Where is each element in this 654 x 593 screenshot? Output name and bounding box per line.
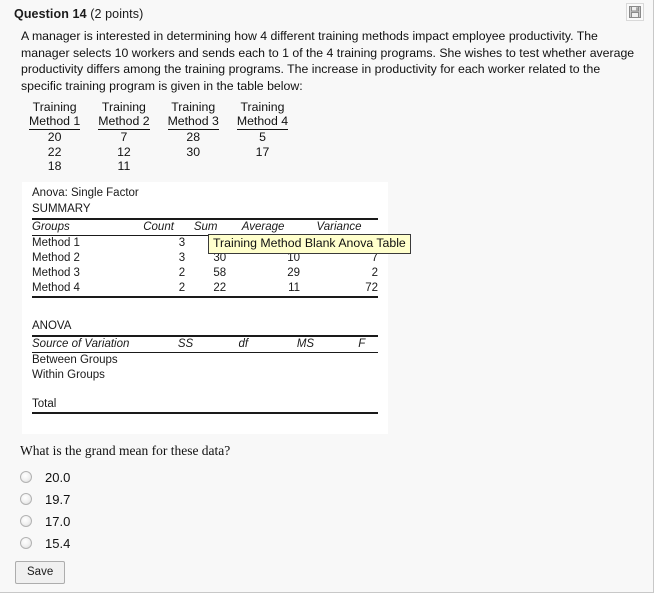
column-header-method-1: Training Method 1 (29, 100, 81, 130)
answer-option-1[interactable]: 20.0 (20, 468, 70, 486)
column-header-method-2: Training Method 2 (98, 100, 150, 130)
anova-cell-ms (266, 353, 346, 369)
data-cell: 20 (47, 130, 62, 144)
summary-cell-group: Method 1 (32, 237, 80, 249)
summary-section-label: SUMMARY (32, 203, 91, 215)
question-prompt: A manager is interested in determining h… (21, 29, 635, 93)
table-row: Within Groups (32, 368, 378, 383)
answer-option-label: 15.4 (45, 535, 71, 551)
anova-cell-source (32, 383, 150, 397)
anova-cell-ms (265, 397, 346, 414)
anova-cell-ms (266, 368, 346, 383)
answer-option-3[interactable]: 17.0 (20, 512, 70, 530)
question-page: Question 14 (2 points) A manager is inte… (0, 0, 654, 593)
summary-cell-variance: 2 (371, 267, 378, 279)
page-title: Question 14 (2 points) (14, 7, 143, 21)
summary-cell-count: 2 (178, 267, 186, 279)
answer-option-label: 19.7 (45, 491, 71, 507)
answer-option-label: 20.0 (45, 469, 71, 485)
radio-button-icon[interactable] (20, 537, 32, 549)
column-header-method-3: Training Method 3 (167, 100, 219, 130)
anova-cell-f (345, 397, 378, 414)
data-cell: 17 (255, 144, 270, 159)
summary-cell-average: 29 (287, 267, 301, 279)
anova-col-ss: SS (150, 335, 222, 353)
answer-option-2[interactable]: 19.7 (20, 490, 70, 508)
anova-col-df: df (221, 335, 266, 353)
anova-col-source: Source of Variation (32, 335, 150, 353)
summary-col-groups: Groups (32, 218, 132, 236)
summary-cell-sum: 22 (185, 281, 227, 298)
table-row: Method 4 2 22 11 72 (32, 281, 378, 298)
anova-cell-df (221, 397, 266, 414)
anova-summary-table: Groups Count Sum Average Variance Method… (32, 218, 378, 298)
training-data-table: Training Method 1 Training Method 2 Trai… (20, 100, 297, 174)
anova-output-panel: Anova: Single Factor SUMMARY Groups Coun… (22, 182, 388, 434)
image-tooltip: Training Method Blank Anova Table (208, 234, 411, 254)
table-row: Between Groups (32, 353, 378, 369)
column-header-method-4: Training Method 4 (236, 100, 289, 130)
data-cell: 28 (186, 130, 201, 144)
data-cell: 22 (47, 144, 62, 159)
anova-cell-ms (266, 383, 346, 397)
anova-col-ms: MS (265, 335, 346, 353)
anova-panel-title: Anova: Single Factor (32, 187, 139, 199)
data-cell: 11 (117, 159, 131, 173)
anova-section-label: ANOVA (32, 320, 72, 332)
summary-col-count: Count (132, 218, 186, 236)
table-row-spacer (32, 383, 378, 397)
anova-col-f: F (345, 335, 378, 353)
data-cell: 7 (120, 130, 128, 144)
summary-cell-average: 11 (226, 281, 301, 298)
anova-cell-ss (150, 397, 222, 414)
anova-cell-f (345, 353, 378, 369)
data-cell: 30 (186, 144, 201, 159)
anova-cell-ss (150, 353, 221, 369)
summary-cell-count: 2 (132, 281, 186, 298)
anova-header-row: Source of Variation SS df MS F (32, 335, 378, 353)
summary-cell-count: 3 (178, 252, 186, 264)
data-cell: 12 (117, 144, 131, 159)
table-header-row: Training Method 1 Training Method 2 Trai… (20, 100, 297, 130)
table-row: 18 11 (20, 159, 297, 174)
answer-option-4[interactable]: 15.4 (20, 534, 70, 552)
anova-cell-ss (150, 383, 221, 397)
data-cell (159, 159, 228, 174)
anova-cell-df (221, 353, 265, 369)
anova-cell-f (345, 368, 378, 383)
answer-option-label: 17.0 (45, 513, 71, 529)
question-number: Question 14 (14, 7, 87, 21)
anova-cell-source: Within Groups (32, 369, 105, 381)
question-points: (2 points) (90, 7, 144, 21)
summary-cell-sum: 58 (213, 267, 227, 279)
anova-cell-df (221, 368, 265, 383)
anova-cell-f (345, 383, 378, 397)
radio-button-icon[interactable] (20, 471, 32, 483)
anova-cell-source: Total (32, 397, 150, 414)
table-row: 22 12 30 17 (20, 145, 297, 160)
summary-cell-variance: 72 (300, 281, 378, 298)
data-cell: 5 (259, 130, 266, 144)
anova-cell-df (221, 383, 265, 397)
data-cell (228, 159, 297, 174)
table-row-total: Total (32, 397, 378, 414)
table-row: Method 3 2 58 29 2 (32, 266, 378, 281)
summary-cell-group: Method 2 (32, 252, 80, 264)
anova-cell-source: Between Groups (32, 354, 118, 366)
radio-button-icon[interactable] (20, 515, 32, 527)
sub-question-text: What is the grand mean for these data? (20, 443, 231, 458)
save-button[interactable]: Save (15, 561, 66, 584)
data-cell: 18 (47, 159, 62, 173)
radio-button-icon[interactable] (20, 493, 32, 505)
summary-cell-group: Method 4 (32, 281, 132, 298)
anova-cell-ss (150, 368, 221, 383)
summary-cell-group: Method 3 (32, 267, 80, 279)
anova-results-table: Source of Variation SS df MS F Between G… (32, 335, 378, 414)
table-row: 20 7 28 5 (20, 130, 297, 145)
summary-cell-count: 3 (178, 237, 186, 249)
floppy-disk-save-icon[interactable] (626, 3, 644, 21)
